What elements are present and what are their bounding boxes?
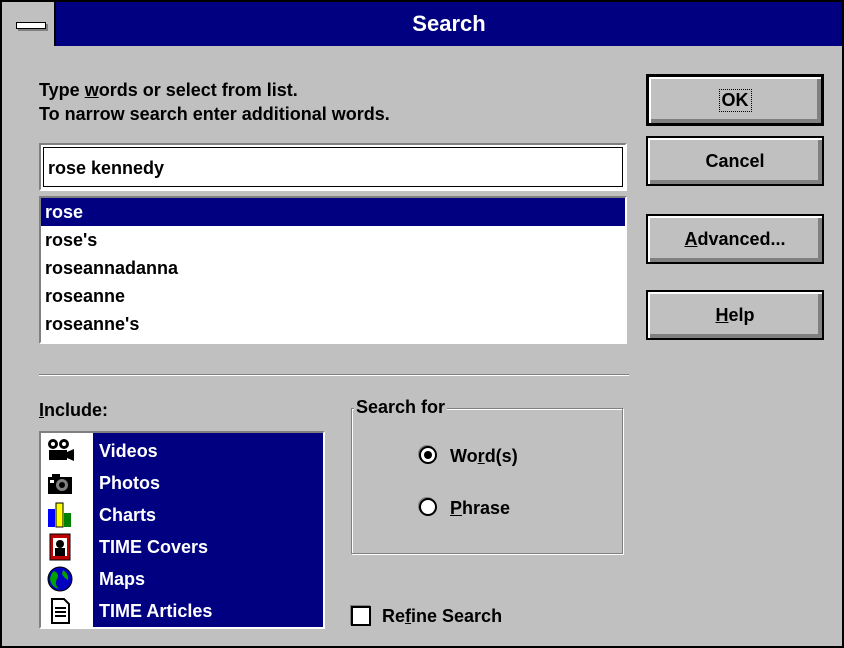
separator: [39, 374, 629, 376]
search-for-group: [351, 408, 623, 554]
word-list-item[interactable]: rose: [41, 198, 625, 226]
search-input[interactable]: rose kennedy: [39, 143, 627, 191]
advanced-label: Advanced...: [684, 228, 786, 249]
search-dialog: Search Type words or select from list. T…: [0, 0, 844, 648]
include-label: Include:: [39, 400, 109, 420]
cancel-button[interactable]: Cancel: [646, 136, 824, 186]
help-label: Help: [715, 304, 755, 325]
word-list[interactable]: rose rose's roseannadanna roseanne roseanne'…: [39, 196, 627, 344]
include-item[interactable]: Maps: [41, 563, 323, 595]
magazine-cover-icon: [45, 533, 75, 561]
system-menu-button[interactable]: [2, 2, 56, 46]
include-item[interactable]: TIME Covers: [41, 531, 323, 563]
include-item[interactable]: Charts: [41, 499, 323, 531]
include-item-label: TIME Covers: [99, 537, 209, 557]
include-item-label: Photos: [99, 473, 160, 493]
radio-phrase-label[interactable]: Phrase: [450, 496, 510, 520]
camera-icon: [45, 469, 75, 497]
globe-icon: [45, 565, 75, 593]
search-input-text: rose kennedy: [43, 147, 623, 187]
bar-chart-icon: [45, 501, 75, 529]
title-bar: Search: [2, 2, 842, 46]
include-item[interactable]: Videos: [41, 435, 323, 467]
refine-search-checkbox[interactable]: [351, 606, 371, 626]
include-item[interactable]: Photos: [41, 467, 323, 499]
refine-search-label[interactable]: Refine Search: [382, 604, 502, 628]
cancel-label: Cancel: [705, 150, 765, 171]
instructions: Type words or select from list. To narro…: [39, 78, 390, 126]
instruction-line-1: Type words or select from list.: [39, 80, 298, 100]
instruction-line-2: To narrow search enter additional words.: [39, 104, 390, 124]
word-list-item[interactable]: roseanne: [41, 282, 625, 310]
include-list[interactable]: Videos Photos Charts TIME Covers Maps TIME Ar…: [39, 431, 325, 629]
radio-selected-dot: [424, 451, 432, 459]
radio-words-label[interactable]: Word(s): [450, 444, 518, 468]
help-button[interactable]: Help: [646, 290, 824, 340]
document-icon: [45, 597, 75, 625]
include-item-label: Maps: [99, 569, 146, 589]
video-camera-icon: [45, 437, 75, 465]
ok-button[interactable]: OK: [646, 74, 824, 126]
include-item[interactable]: TIME Articles: [41, 595, 323, 627]
radio-phrase[interactable]: [419, 498, 437, 516]
include-item-label: Videos: [99, 441, 158, 461]
system-menu-icon: [16, 22, 46, 29]
include-item-label: Charts: [99, 505, 157, 525]
search-for-title: Search for: [354, 396, 448, 418]
window-title: Search: [412, 11, 486, 36]
word-list-item[interactable]: rose's: [41, 226, 625, 254]
include-item-label: TIME Articles: [99, 601, 213, 621]
word-list-item[interactable]: roseannadanna: [41, 254, 625, 282]
radio-words[interactable]: [419, 446, 437, 464]
ok-label: OK: [718, 88, 752, 112]
word-list-item[interactable]: roseanne's: [41, 310, 625, 338]
advanced-button[interactable]: Advanced...: [646, 214, 824, 264]
